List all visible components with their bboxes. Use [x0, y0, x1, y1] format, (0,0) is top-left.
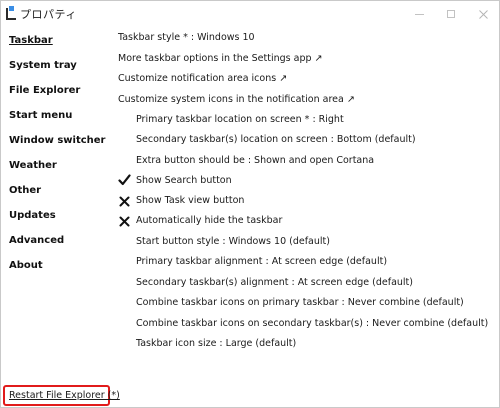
minimize-icon: [414, 13, 424, 15]
setting-taskbar-icon-size[interactable]: Taskbar icon size : Large (default): [136, 338, 296, 349]
sidebar-item-window-switcher[interactable]: Window switcher: [9, 135, 105, 146]
setting-primary-taskbar-location[interactable]: Primary taskbar location on screen * : R…: [136, 114, 344, 125]
close-icon: [478, 9, 488, 19]
maximize-button[interactable]: [435, 1, 467, 27]
window-controls: [403, 1, 499, 27]
sidebar-item-updates[interactable]: Updates: [9, 210, 56, 221]
sidebar-item-advanced[interactable]: Advanced: [9, 235, 64, 246]
window-title: プロパティ: [20, 8, 77, 21]
setting-combine-secondary[interactable]: Combine taskbar icons on secondary taskb…: [136, 318, 488, 329]
sidebar-item-file-explorer[interactable]: File Explorer: [9, 85, 80, 96]
checkbox-show-task-view-button[interactable]: Show Task view button: [136, 195, 244, 206]
setting-extra-button[interactable]: Extra button should be : Shown and open …: [136, 155, 374, 166]
cross-icon: [117, 214, 131, 228]
checkbox-auto-hide-taskbar[interactable]: Automatically hide the taskbar: [136, 215, 282, 226]
link-system-icons[interactable]: Customize system icons in the notificati…: [118, 94, 355, 105]
setting-start-button-style[interactable]: Start button style : Windows 10 (default…: [136, 236, 330, 247]
checkmark-icon: [117, 173, 131, 187]
properties-window: プロパティ Taskbar System tray File Explorer …: [0, 0, 500, 408]
sidebar-item-taskbar[interactable]: Taskbar: [9, 35, 53, 46]
cross-icon: [117, 194, 131, 208]
setting-secondary-taskbar-location[interactable]: Secondary taskbar(s) location on screen …: [136, 134, 416, 145]
setting-primary-taskbar-alignment[interactable]: Primary taskbar alignment : At screen ed…: [136, 256, 387, 267]
minimize-button[interactable]: [403, 1, 435, 27]
link-settings-app[interactable]: More taskbar options in the Settings app…: [118, 53, 323, 64]
maximize-icon: [447, 10, 455, 18]
setting-taskbar-style[interactable]: Taskbar style * : Windows 10: [118, 32, 255, 43]
sidebar-item-weather[interactable]: Weather: [9, 160, 57, 171]
sidebar-item-start-menu[interactable]: Start menu: [9, 110, 72, 121]
checkbox-show-search-button[interactable]: Show Search button: [136, 175, 232, 186]
sidebar-item-about[interactable]: About: [9, 260, 43, 271]
app-icon: [6, 6, 16, 20]
title-bar[interactable]: プロパティ: [1, 1, 499, 27]
sidebar: Taskbar System tray File Explorer Start …: [1, 27, 111, 407]
sidebar-item-system-tray[interactable]: System tray: [9, 60, 77, 71]
taskbar-settings-panel: Taskbar style * : Windows 10 More taskba…: [111, 27, 497, 407]
close-button[interactable]: [467, 1, 499, 27]
restart-explorer-highlight: Restart File Explorer (*): [3, 385, 120, 406]
restart-explorer-link[interactable]: Restart File Explorer (*): [9, 390, 120, 401]
link-notification-area-icons[interactable]: Customize notification area icons ↗: [118, 73, 287, 84]
setting-secondary-taskbar-alignment[interactable]: Secondary taskbar(s) alignment : At scre…: [136, 277, 413, 288]
sidebar-item-other[interactable]: Other: [9, 185, 41, 196]
setting-combine-primary[interactable]: Combine taskbar icons on primary taskbar…: [136, 297, 464, 308]
